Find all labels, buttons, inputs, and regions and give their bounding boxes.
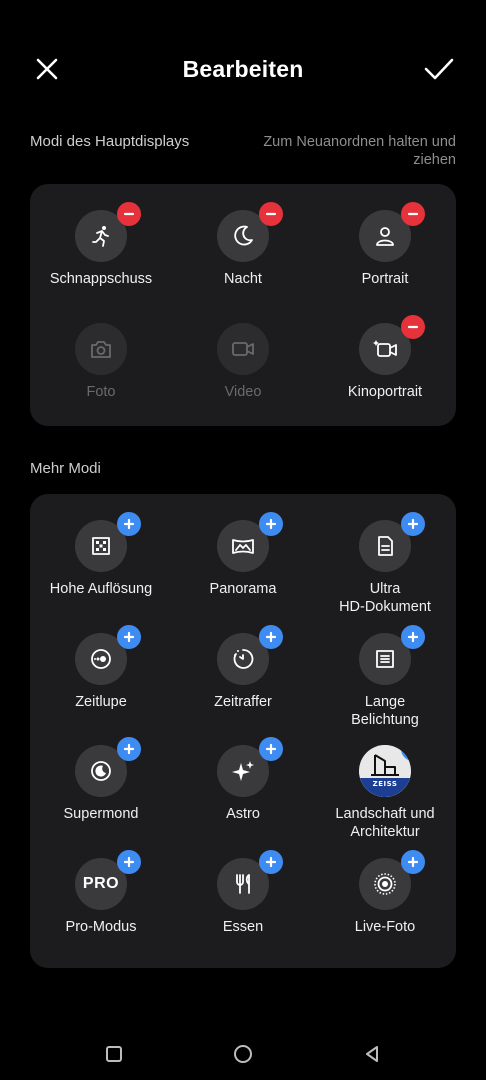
mode-label: Lange Belichtung	[351, 693, 419, 728]
live-photo-icon	[359, 849, 425, 910]
add-mode-button[interactable]	[259, 512, 283, 536]
main-modes-card: Schnappschuss Nacht Portrait Foto Video Kinop…	[30, 184, 456, 426]
add-mode-button[interactable]	[259, 849, 283, 874]
mode-label: Essen	[222, 918, 264, 935]
mode-label: Kinoportrait	[347, 384, 423, 400]
zeiss-brand-text: ZEISS	[372, 780, 398, 788]
mode-label: Ultra HD-Dokument	[339, 581, 431, 615]
mode-label: Video	[224, 384, 262, 400]
mode-label: Landschaft und Architektur	[335, 806, 435, 840]
mode-label: Pro-Modus	[65, 918, 137, 935]
plus-icon	[265, 518, 277, 530]
plus-icon	[265, 631, 277, 642]
mode-ultra-hd-dokument[interactable]: Ultra HD-Dokument	[314, 512, 456, 616]
add-mode-button[interactable]	[117, 737, 141, 761]
pro-icon-text: PRO	[82, 874, 120, 892]
document-icon	[359, 512, 425, 572]
mode-label: Live-Foto	[354, 918, 416, 935]
high-resolution-icon	[75, 512, 141, 572]
plus-icon	[123, 631, 135, 642]
panorama-icon	[217, 512, 283, 572]
mode-pro-modus[interactable]: PRO Pro-Modus	[30, 849, 172, 936]
plus-icon	[123, 856, 135, 867]
add-mode-button[interactable]	[117, 849, 141, 874]
slow-motion-icon	[75, 624, 141, 685]
system-navigation-bar	[0, 1030, 486, 1080]
add-mode-button[interactable]	[117, 624, 141, 649]
recent-apps-icon[interactable]	[102, 1042, 126, 1066]
supermoon-icon	[75, 737, 141, 797]
minus-icon	[407, 212, 419, 216]
mode-label: Foto	[86, 384, 116, 400]
mode-lange-belichtung[interactable]: Lange Belichtung	[314, 624, 456, 729]
more-modes-title: Mehr Modi	[30, 460, 101, 477]
minus-icon	[407, 325, 419, 329]
mode-label: Portrait	[361, 271, 409, 287]
add-mode-button[interactable]	[117, 512, 141, 536]
mode-label: Panorama	[209, 581, 277, 597]
mode-hohe-auflösung[interactable]: Hohe Auflösung	[30, 512, 172, 598]
person-icon	[359, 202, 425, 262]
pro-icon: PRO	[75, 849, 141, 910]
mode-label: Hohe Auflösung	[49, 581, 153, 597]
mode-label: Astro	[226, 806, 260, 822]
minus-icon	[265, 212, 277, 216]
add-mode-button[interactable]	[401, 624, 425, 649]
mode-schnappschuss[interactable]: Schnappschuss	[30, 202, 172, 288]
mode-label: Nacht	[224, 271, 262, 287]
mode-zeitraffer[interactable]: Zeitraffer	[172, 624, 314, 711]
home-icon[interactable]	[231, 1042, 255, 1066]
plus-icon	[407, 518, 419, 530]
long-exposure-icon	[359, 624, 425, 685]
mode-panorama[interactable]: Panorama	[172, 512, 314, 598]
mode-label: Zeitlupe	[75, 693, 127, 710]
top-bar: Bearbeiten	[0, 40, 486, 100]
main-modes-title: Modi des Hauptdisplays	[30, 133, 190, 150]
mode-zeitlupe[interactable]: Zeitlupe	[30, 624, 172, 711]
back-icon[interactable]	[360, 1042, 384, 1066]
mode-label: Zeitraffer	[214, 693, 272, 710]
running-person-icon	[75, 202, 141, 262]
add-mode-button[interactable]	[401, 849, 425, 874]
timelapse-icon	[217, 624, 283, 685]
remove-mode-button[interactable]	[259, 202, 283, 226]
mode-astro[interactable]: Astro	[172, 737, 314, 823]
plus-icon	[407, 747, 411, 751]
remove-mode-button[interactable]	[401, 202, 425, 226]
video-camera-icon	[217, 323, 269, 375]
plus-icon	[265, 856, 277, 867]
plus-icon	[123, 743, 135, 755]
check-icon[interactable]	[420, 52, 458, 86]
sparkle-icon	[217, 737, 283, 797]
mode-foto[interactable]: Foto	[30, 323, 172, 401]
plus-icon	[123, 518, 135, 530]
add-mode-button[interactable]	[401, 512, 425, 536]
moon-icon	[217, 202, 283, 262]
plus-icon	[407, 631, 419, 642]
mode-label: Schnappschuss	[49, 271, 153, 287]
remove-mode-button[interactable]	[117, 202, 141, 226]
plus-icon	[407, 856, 419, 867]
mode-kinoportrait[interactable]: Kinoportrait	[314, 315, 456, 401]
remove-mode-button[interactable]	[401, 315, 425, 339]
mode-video[interactable]: Video	[172, 323, 314, 401]
page-title: Bearbeiten	[182, 56, 304, 82]
camera-icon	[75, 323, 127, 375]
add-mode-button[interactable]	[259, 737, 283, 761]
mode-landschaft-und-architektur[interactable]: ZEISS Landschaft und Architektur	[314, 745, 456, 841]
plus-icon	[265, 743, 277, 755]
mode-essen[interactable]: Essen	[172, 849, 314, 936]
zeiss-landscape-icon: ZEISS	[359, 745, 411, 797]
mode-supermond[interactable]: Supermond	[30, 737, 172, 823]
more-modes-card: Hohe Auflösung Panorama Ultra HD-Dokument Ze…	[30, 494, 456, 968]
cinema-camera-icon	[359, 315, 425, 375]
reorder-hint: Zum Neuanordnen halten und ziehen	[263, 134, 456, 168]
minus-icon	[123, 212, 135, 216]
add-mode-button[interactable]	[259, 624, 283, 649]
mode-live-foto[interactable]: Live-Foto	[314, 849, 456, 936]
mode-label: Supermond	[63, 806, 139, 822]
mode-portrait[interactable]: Portrait	[314, 202, 456, 288]
fork-knife-icon	[217, 849, 283, 910]
mode-nacht[interactable]: Nacht	[172, 202, 314, 288]
